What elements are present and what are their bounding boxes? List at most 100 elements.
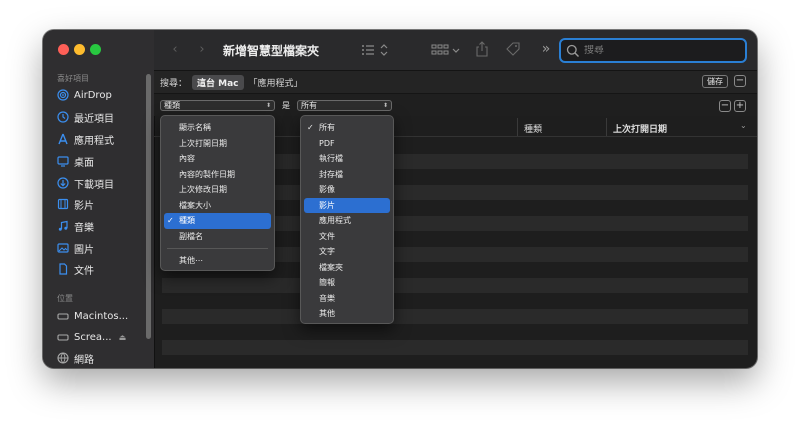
attribute-menu-item-other[interactable]: 其他⋯ (164, 253, 271, 269)
sidebar-item-label: 桌面 (74, 157, 94, 169)
kind-menu-item[interactable]: 影像 (304, 182, 390, 198)
film-icon (57, 198, 69, 210)
sidebar-item-documents[interactable]: 文件 (57, 261, 94, 277)
kind-menu-item[interactable]: 音樂 (304, 291, 390, 307)
attribute-menu-item[interactable]: 內容的製作日期 (164, 167, 271, 183)
table-row (162, 339, 748, 355)
kind-menu-item-highlighted[interactable]: 影片 (304, 197, 390, 213)
sidebar-item-label: 文件 (74, 265, 94, 277)
kind-value-popup[interactable]: 所有 ⬍ (297, 100, 392, 111)
sidebar-item-desktop[interactable]: 桌面 (57, 153, 94, 169)
sidebar: 喜好項目 AirDrop 最近項目 應用程式 桌面 下載項目 影片 音樂 圖片 … (43, 30, 155, 368)
search-input[interactable] (580, 45, 734, 56)
sidebar-item-movies[interactable]: 影片 (57, 196, 94, 212)
sidebar-item-label: Screa... (74, 331, 112, 343)
sidebar-scrollbar[interactable] (146, 74, 151, 339)
sidebar-locations-header: 位置 (57, 294, 73, 303)
zoom-window-button[interactable] (90, 44, 101, 55)
share-button[interactable] (474, 40, 490, 58)
finder-window: 喜好項目 AirDrop 最近項目 應用程式 桌面 下載項目 影片 音樂 圖片 … (43, 30, 757, 368)
kind-menu-item[interactable]: 簡報 (304, 275, 390, 291)
chevron-right-icon: › (199, 41, 205, 57)
scope-applications-button[interactable]: 「應用程式」 (249, 76, 303, 89)
airdrop-icon (57, 89, 69, 101)
attribute-popup-value: 種類 (164, 101, 180, 110)
attribute-menu-item[interactable]: 檔案大小 (164, 198, 271, 214)
kind-menu-item[interactable]: 其他 (304, 306, 390, 322)
menu-separator (167, 248, 268, 249)
sidebar-item-screen-volume[interactable]: Screa... ⏏ (57, 329, 126, 345)
sidebar-item-network[interactable]: 網路 (57, 350, 94, 366)
sidebar-item-label: 最近項目 (74, 113, 114, 125)
search-icon (566, 44, 579, 57)
kind-menu: ✓ 所有 PDF 執行檔 封存檔 影像 影片 應用程式 文件 文字 檔案夾 簡報… (300, 115, 394, 324)
view-options-button[interactable] (361, 42, 391, 58)
forward-button[interactable]: › (195, 41, 209, 57)
sidebar-item-label: 圖片 (74, 244, 94, 256)
kind-menu-item[interactable]: 封存檔 (304, 167, 390, 183)
attribute-menu-item[interactable]: 副檔名 (164, 229, 271, 245)
column-last-opened-header[interactable]: 上次打開日期 (613, 122, 667, 135)
network-icon (57, 352, 69, 364)
search-scope-bar: 搜尋： 這台 Mac 「應用程式」 儲存 − (154, 71, 757, 94)
column-divider (606, 118, 607, 136)
download-icon (57, 177, 69, 189)
music-icon (57, 220, 69, 232)
criteria-operator: 是 (282, 101, 290, 110)
minimize-window-button[interactable] (74, 44, 85, 55)
sidebar-item-label: 應用程式 (74, 135, 114, 147)
checkmark-icon: ✓ (307, 123, 314, 132)
chevron-down-icon[interactable]: ⌄ (740, 121, 747, 130)
applications-icon (57, 133, 69, 145)
tags-button[interactable] (504, 40, 522, 58)
kind-menu-item[interactable]: 執行檔 (304, 151, 390, 167)
sidebar-item-label: 音樂 (74, 222, 94, 234)
back-button[interactable]: ‹ (168, 41, 182, 57)
document-icon (57, 263, 69, 275)
checkmark-icon: ✓ (167, 216, 174, 225)
sidebar-item-label: 影片 (74, 200, 94, 212)
chevron-left-icon: ‹ (172, 41, 178, 57)
column-kind-header[interactable]: 種類 (524, 122, 542, 135)
sidebar-item-downloads[interactable]: 下載項目 (57, 175, 114, 191)
sidebar-item-label: Macintos... (74, 310, 129, 322)
sidebar-item-airdrop[interactable]: AirDrop (57, 87, 112, 103)
remove-criteria-button[interactable]: − (719, 100, 731, 112)
column-divider (517, 118, 518, 136)
kind-menu-item[interactable]: 應用程式 (304, 213, 390, 229)
sidebar-item-recents[interactable]: 最近項目 (57, 109, 114, 125)
kind-menu-item[interactable]: 文件 (304, 229, 390, 245)
scope-label: 搜尋： (160, 78, 188, 89)
add-criteria-button[interactable]: + (734, 100, 746, 112)
sidebar-favorites-header: 喜好項目 (57, 74, 89, 83)
disk-icon (57, 310, 69, 322)
attribute-menu: 顯示名稱 上次打開日期 內容 內容的製作日期 上次修改日期 檔案大小 ✓ 種類 … (160, 115, 275, 271)
group-button[interactable] (431, 42, 463, 58)
save-button[interactable]: 儲存 (702, 75, 728, 88)
sidebar-item-pictures[interactable]: 圖片 (57, 240, 94, 256)
table-row (162, 277, 748, 293)
kind-menu-item[interactable]: 文字 (304, 244, 390, 260)
attribute-menu-item-selected[interactable]: ✓ 種類 (164, 213, 271, 229)
close-window-button[interactable] (58, 44, 69, 55)
chevron-updown-icon: ⬍ (265, 102, 271, 109)
search-field[interactable] (559, 38, 747, 63)
sidebar-item-music[interactable]: 音樂 (57, 218, 94, 234)
kind-menu-item[interactable]: 檔案夾 (304, 260, 390, 276)
share-icon (476, 41, 488, 57)
eject-icon[interactable]: ⏏ (119, 333, 127, 342)
more-toolbar-button[interactable]: » (539, 40, 553, 58)
attribute-menu-item[interactable]: 顯示名稱 (164, 120, 271, 136)
attribute-menu-item[interactable]: 上次打開日期 (164, 136, 271, 152)
clock-icon (57, 111, 69, 123)
kind-menu-item-checked[interactable]: ✓ 所有 (304, 120, 390, 136)
grid-icon (431, 44, 460, 55)
remove-search-button[interactable]: − (734, 75, 746, 87)
kind-menu-item[interactable]: PDF (304, 136, 390, 152)
attribute-menu-item[interactable]: 上次修改日期 (164, 182, 271, 198)
sidebar-item-applications[interactable]: 應用程式 (57, 131, 114, 147)
scope-this-mac-button[interactable]: 這台 Mac (192, 74, 244, 90)
attribute-menu-item[interactable]: 內容 (164, 151, 271, 167)
sidebar-item-macintosh-hd[interactable]: Macintos... (57, 308, 128, 324)
attribute-popup[interactable]: 種類 ⬍ (160, 100, 275, 111)
